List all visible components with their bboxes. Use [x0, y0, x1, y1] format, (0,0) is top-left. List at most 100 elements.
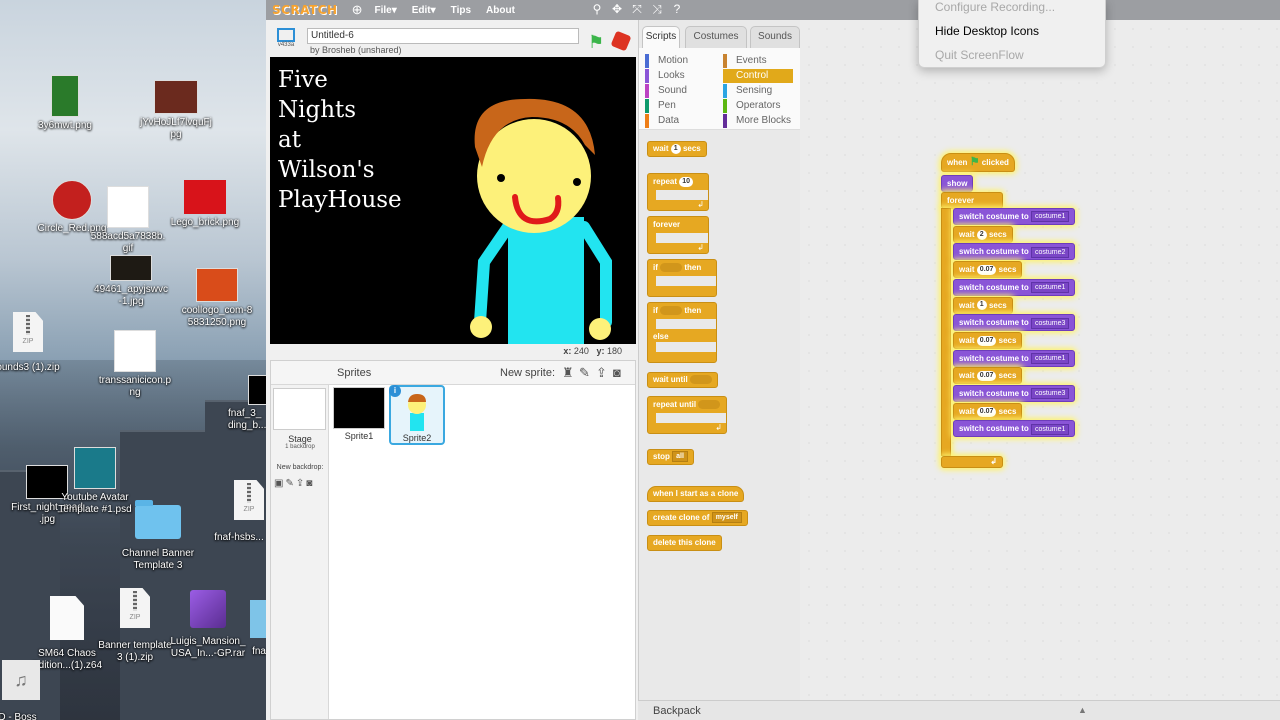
menu-quit-screenflow[interactable]: Quit ScreenFlow — [935, 48, 1024, 62]
block-switch-costume[interactable]: switch costume to costume1 — [953, 420, 1076, 438]
block-switch-costume[interactable]: switch costume to costume1 — [953, 349, 1076, 367]
desktop-icon-sounds3-zip[interactable]: ounds3 (1).zip — [0, 312, 78, 374]
desktop-icon-cd-boss[interactable]: ♫ c CD - Boss — [0, 660, 60, 720]
backdrop-library-icon[interactable]: ▣ — [274, 478, 283, 489]
category-sound[interactable]: Sound — [645, 84, 715, 98]
upload-sprite-icon[interactable]: ⇪ — [596, 365, 607, 381]
sprite-tile-sprite2[interactable]: i Sprite2 — [389, 385, 445, 445]
number-slot[interactable]: 0.07 — [976, 371, 997, 382]
sprite-tile-sprite1[interactable]: Sprite1 — [331, 385, 387, 445]
presentation-mode-button[interactable]: v433a — [275, 28, 297, 54]
block-wait-secs[interactable]: wait 0.07 secs — [953, 402, 1023, 420]
block-if-then[interactable]: if then — [647, 259, 717, 297]
desktop-icon-coollogo[interactable]: coollogo_com-8 5831250.png — [167, 268, 266, 329]
number-slot[interactable]: 0.07 — [976, 406, 997, 417]
scripts-area[interactable]: when ⚑ clicked show forever switch costu… — [800, 20, 1280, 700]
menu-about[interactable]: About — [486, 5, 515, 16]
category-control[interactable]: Control — [723, 69, 793, 83]
paint-backdrop-icon[interactable]: ✎ — [285, 478, 293, 489]
menu-file[interactable]: File▾ — [375, 5, 397, 16]
block-when-start-as-clone[interactable]: when I start as a clone — [647, 486, 745, 502]
menu-configure-recording[interactable]: Configure Recording... — [935, 0, 1055, 14]
camera-backdrop-icon[interactable]: ◙ — [306, 478, 312, 489]
block-forever[interactable]: forever — [941, 192, 1003, 209]
category-more-blocks[interactable]: More Blocks — [723, 114, 793, 128]
number-slot[interactable]: 2 — [976, 229, 987, 240]
block-wait-secs[interactable]: wait 0.07 secs — [953, 261, 1023, 279]
boolean-slot[interactable] — [689, 375, 712, 385]
costume-dropdown[interactable]: costume3 — [1031, 388, 1070, 400]
stage-thumbnail[interactable] — [273, 388, 326, 430]
upload-backdrop-icon[interactable]: ⇪ — [296, 478, 304, 489]
boolean-slot[interactable] — [698, 400, 721, 410]
costume-dropdown[interactable]: costume1 — [1031, 423, 1070, 435]
stage-selector[interactable]: Stage 1 backdrop New backdrop: ▣ ✎ ⇪ ◙ — [271, 385, 329, 719]
block-wait-secs[interactable]: wait 1 secs — [953, 296, 1013, 314]
costume-dropdown[interactable]: costume1 — [1031, 211, 1070, 223]
costume-dropdown[interactable]: costume3 — [1031, 317, 1070, 329]
shrink-tool-icon[interactable]: ⤨ — [650, 2, 664, 17]
boolean-slot[interactable] — [660, 306, 683, 316]
choose-sprite-from-library-icon[interactable]: ♜ — [562, 365, 574, 381]
block-stop[interactable]: stop all — [647, 449, 694, 465]
block-switch-costume[interactable]: switch costume to costume1 — [953, 278, 1076, 296]
block-wait-secs[interactable]: wait 0.07 secs — [953, 331, 1023, 349]
category-motion[interactable]: Motion — [645, 54, 715, 68]
project-title-input[interactable]: Untitled-6 — [307, 28, 579, 44]
block-wait-secs[interactable]: wait 2 secs — [953, 225, 1013, 243]
desktop-icon-jyvhojl[interactable]: jYvHoJLf7lvquFj pg — [126, 80, 226, 141]
block-repeat-until[interactable]: repeat until ↲ — [647, 396, 727, 434]
block-forever[interactable]: forever ↲ — [647, 216, 709, 254]
block-if-else[interactable]: if then else — [647, 302, 717, 363]
camera-sprite-icon[interactable]: ◙ — [613, 365, 621, 380]
block-wait-secs[interactable]: wait 0.07 secs — [953, 367, 1023, 385]
block-create-clone[interactable]: create clone of myself — [647, 510, 748, 526]
block-wait-secs[interactable]: wait 1 secs — [647, 141, 707, 157]
menu-tips[interactable]: Tips — [451, 5, 471, 16]
tab-scripts[interactable]: Scripts — [642, 26, 680, 48]
desktop-icon-lego-brick[interactable]: Lego_brick.png — [155, 180, 255, 229]
tab-sounds[interactable]: Sounds — [750, 26, 800, 48]
block-show[interactable]: show — [941, 175, 974, 192]
desktop-icon-3y6mwt[interactable]: 3y6mwt.png — [15, 75, 115, 132]
info-icon[interactable]: i — [389, 385, 401, 397]
delete-tool-icon[interactable]: ✥ — [610, 2, 624, 17]
expand-arrow-icon[interactable]: ▲ — [1078, 705, 1087, 715]
clone-target-dropdown[interactable]: myself — [711, 512, 742, 524]
category-looks[interactable]: Looks — [645, 69, 715, 83]
number-slot[interactable]: 1 — [670, 143, 681, 154]
category-data[interactable]: Data — [645, 114, 715, 128]
stop-dropdown[interactable]: all — [672, 451, 688, 463]
block-delete-clone[interactable]: delete this clone — [647, 535, 722, 551]
costume-dropdown[interactable]: costume1 — [1031, 352, 1070, 364]
block-switch-costume[interactable]: switch costume to costume2 — [953, 243, 1076, 261]
language-globe-icon[interactable]: ⊕ — [352, 2, 363, 18]
costume-dropdown[interactable]: costume1 — [1031, 282, 1070, 294]
block-when-flag-clicked[interactable]: when ⚑ clicked — [941, 153, 1015, 172]
desktop-icon-transsanicicon[interactable]: transsanicicon.p ng — [85, 330, 185, 399]
desktop-icon-fna[interactable]: fna — [200, 600, 266, 658]
category-operators[interactable]: Operators — [723, 99, 793, 113]
duplicate-tool-icon[interactable]: ⚲ — [590, 2, 604, 17]
backpack-bar[interactable]: Backpack ▲ — [638, 700, 1280, 720]
costume-dropdown[interactable]: costume2 — [1031, 246, 1070, 258]
stop-sign-icon[interactable] — [610, 30, 632, 52]
number-slot[interactable]: 1 — [976, 300, 987, 311]
category-sensing[interactable]: Sensing — [723, 84, 793, 98]
number-slot[interactable]: 0.07 — [976, 335, 997, 346]
paint-new-sprite-icon[interactable]: ✎ — [579, 365, 590, 381]
category-events[interactable]: Events — [723, 54, 793, 68]
boolean-slot[interactable] — [660, 263, 683, 273]
desktop-icon-channel-banner[interactable]: Channel Banner Template 3 — [108, 500, 208, 572]
tab-costumes[interactable]: Costumes — [685, 26, 747, 48]
green-flag-icon[interactable]: ⚑ — [588, 32, 604, 53]
desktop-icon-fnaf3[interactable]: fnaf_3_ ding_b... — [193, 375, 266, 432]
number-slot[interactable]: 10 — [679, 176, 694, 187]
menu-hide-desktop-icons[interactable]: Hide Desktop Icons — [935, 24, 1039, 38]
block-wait-until[interactable]: wait until — [647, 372, 718, 388]
help-tool-icon[interactable]: ? — [670, 2, 684, 17]
menu-edit[interactable]: Edit▾ — [412, 5, 436, 16]
block-repeat[interactable]: repeat 10 ↲ — [647, 173, 709, 211]
block-switch-costume[interactable]: switch costume to costume1 — [953, 208, 1076, 225]
wilson-character-sprite[interactable] — [270, 57, 636, 344]
